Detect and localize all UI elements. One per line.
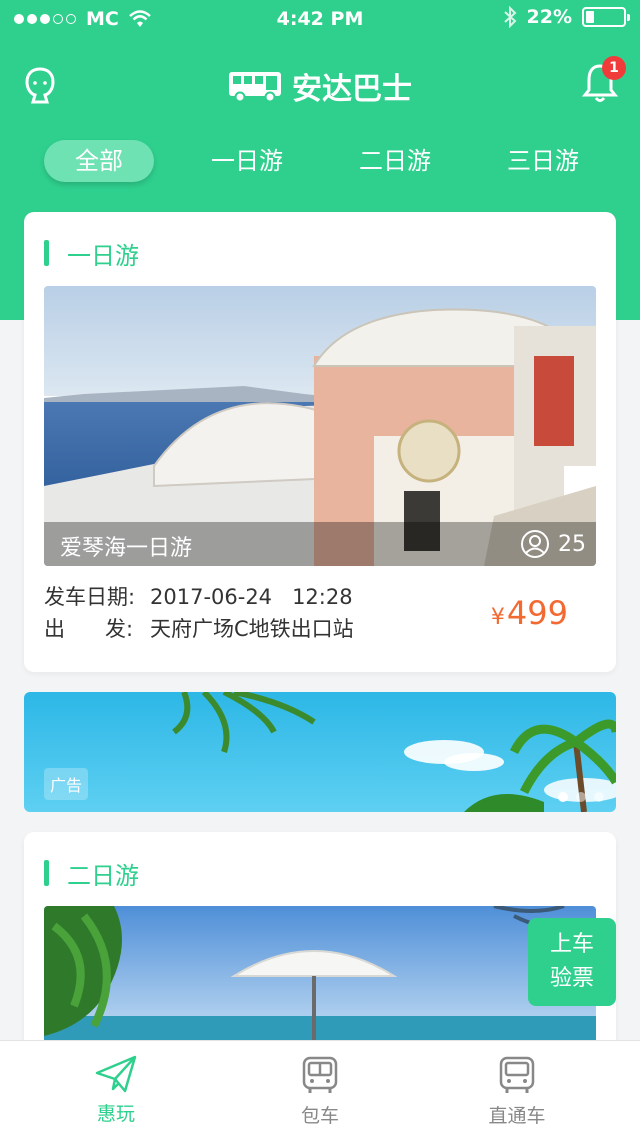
- section-accent-bar: [44, 860, 49, 886]
- tab-one-day[interactable]: 一日游: [192, 140, 302, 182]
- departure-date-value: 2017-06-24 12:28: [150, 585, 353, 609]
- notification-button[interactable]: 1: [581, 56, 626, 104]
- tab-all[interactable]: 全部: [44, 140, 154, 182]
- departure-location-label: 出 发:: [44, 617, 134, 641]
- trip-price: ¥499: [491, 594, 568, 632]
- beach-ad-image: [24, 692, 616, 812]
- passenger-count: 25: [520, 529, 586, 559]
- price-value: 499: [506, 594, 568, 632]
- app-header: 安达巴士 1: [0, 50, 640, 120]
- bluetooth-icon: [503, 6, 516, 28]
- ad-banner[interactable]: 广告: [24, 692, 616, 812]
- ticket-check-line2: 验票: [549, 966, 594, 991]
- carousel-dot[interactable]: [576, 792, 586, 802]
- app-title: 安达巴士: [292, 72, 412, 107]
- trip-name: 爱琴海一日游: [60, 536, 193, 561]
- carousel-dot[interactable]: [594, 792, 604, 802]
- ticket-check-button[interactable]: 上车 验票: [528, 918, 616, 1006]
- bottom-nav: 惠玩 包车 直通车: [0, 1040, 640, 1136]
- bus-icon: [499, 1056, 535, 1093]
- section-header: 一日游: [44, 238, 139, 270]
- category-tabs: 全部 一日游 二日游 三日游: [0, 140, 640, 184]
- status-bar: MC 4:42 PM 22%: [0, 0, 640, 40]
- trip-info: 发车日期: 2017-06-24 12:28 出 发: 天府广场C地铁出口站: [44, 581, 354, 645]
- departure-date-label: 发车日期:: [44, 585, 136, 609]
- currency-symbol: ¥: [490, 605, 505, 630]
- ad-label: 广告: [44, 768, 89, 800]
- bus-icon: [302, 1056, 338, 1093]
- trip-photo[interactable]: 爱琴海一日游 25: [44, 286, 596, 566]
- nav-item-charter[interactable]: 包车: [240, 1055, 400, 1128]
- nav-label: 直通车: [488, 1105, 546, 1127]
- nav-item-deals[interactable]: 惠玩: [36, 1055, 196, 1126]
- section-title: 二日游: [67, 861, 139, 890]
- bus-logo-icon: [229, 72, 281, 102]
- carousel-dot[interactable]: [558, 792, 568, 802]
- tab-three-day[interactable]: 三日游: [488, 140, 598, 182]
- carousel-dots: [558, 792, 604, 802]
- photo-caption: 爱琴海一日游 25: [44, 522, 596, 566]
- passenger-count-value: 25: [558, 531, 586, 557]
- ticket-check-line1: 上车: [549, 932, 594, 957]
- notification-badge: 1: [602, 56, 626, 80]
- nav-item-express[interactable]: 直通车: [437, 1055, 597, 1128]
- section-title: 一日游: [67, 241, 139, 270]
- section-accent-bar: [44, 240, 49, 266]
- section-header: 二日游: [44, 858, 139, 890]
- nav-label: 惠玩: [96, 1103, 135, 1125]
- person-icon: [521, 530, 549, 558]
- paper-plane-icon: [95, 1055, 137, 1093]
- departure-location-value: 天府广场C地铁出口站: [150, 617, 354, 641]
- battery-icon: [582, 7, 630, 27]
- trip-card[interactable]: 一日游 爱琴海一日游 25 发车日期: 2017-06-24 12:28 出 发…: [24, 212, 616, 672]
- tab-two-day[interactable]: 二日游: [340, 140, 450, 182]
- battery-percent: 22%: [526, 6, 572, 28]
- nav-label: 包车: [300, 1105, 339, 1127]
